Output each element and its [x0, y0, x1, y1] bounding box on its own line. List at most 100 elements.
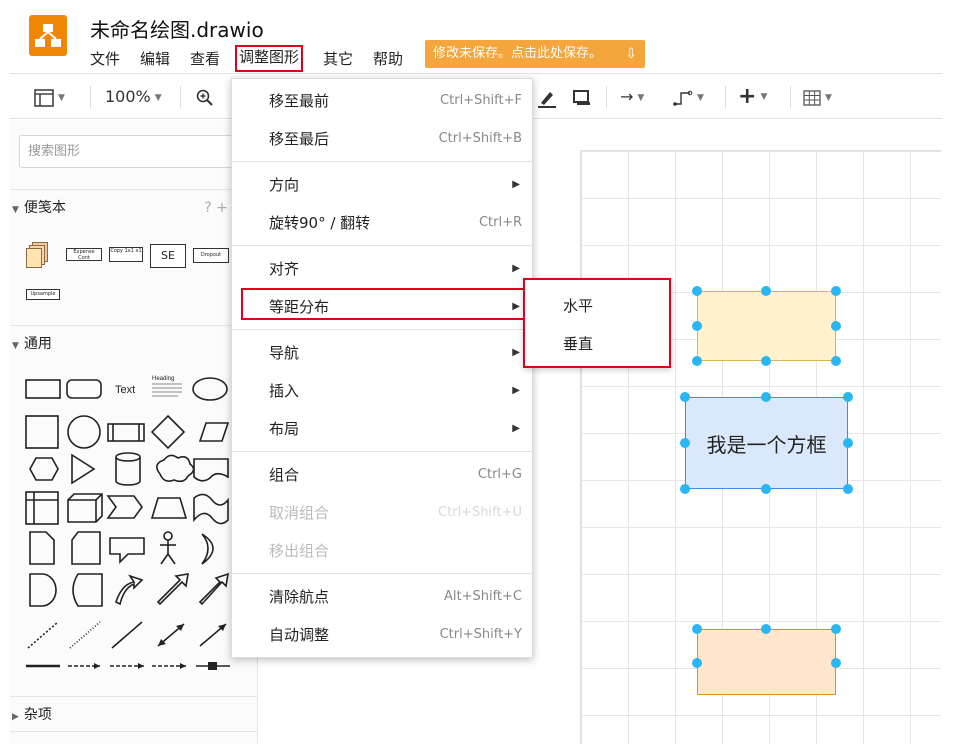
resize-handle[interactable]	[680, 438, 690, 448]
menu-file[interactable]: 文件	[90, 47, 120, 71]
zoom-select[interactable]: 100% ▼	[105, 74, 162, 120]
menu-autosize[interactable]: 自动调整 Ctrl+Shift+Y	[232, 616, 532, 654]
scratchpad-item[interactable]: Expense Cont	[66, 248, 102, 261]
scratchpad-item[interactable]: SE	[150, 244, 186, 268]
svg-text:Heading[interactable]: Heading	[152, 376, 174, 382]
resize-handle[interactable]	[831, 624, 841, 634]
section-general[interactable]: ▼ 通用	[10, 325, 258, 361]
submenu-arrow-icon: ▶	[512, 179, 520, 190]
section-misc[interactable]: ▶ 杂项	[10, 696, 258, 732]
box-label[interactable]: 我是一个方框	[707, 429, 827, 458]
general-shapes-grid[interactable]: Text Heading	[10, 370, 258, 680]
scratchpad-item[interactable]: Copy 1x1 x1	[109, 247, 143, 262]
resize-handle[interactable]	[761, 484, 771, 494]
line-color-icon[interactable]	[537, 74, 557, 120]
yellow-box-node[interactable]	[697, 291, 836, 361]
dashed-line-shape	[27, 621, 59, 649]
connection-arrow-select[interactable]: → ▼	[620, 74, 644, 120]
drawio-logo-icon	[35, 24, 61, 47]
menu-distribute-horizontal[interactable]: 水平	[525, 287, 668, 325]
blue-box-node[interactable]: 我是一个方框	[685, 397, 848, 489]
peach-box-node[interactable]	[697, 629, 836, 695]
menu-view[interactable]: 查看	[190, 47, 220, 71]
submenu-arrow-icon: ▶	[512, 347, 520, 358]
menu-navigation[interactable]: 导航 ▶	[232, 334, 532, 372]
menu-group[interactable]: 组合 Ctrl+G	[232, 456, 532, 494]
resize-handle[interactable]	[692, 624, 702, 634]
section-scratchpad[interactable]: ▼ 便笺本 ? + ✎	[10, 189, 258, 225]
resize-handle[interactable]	[831, 286, 841, 296]
curved-arrow-shape	[115, 574, 144, 606]
menu-extras[interactable]: 其它	[323, 47, 353, 71]
resize-handle[interactable]	[831, 658, 841, 668]
menu-insert[interactable]: 插入 ▶	[232, 372, 532, 410]
section-general-label: 通用	[23, 336, 52, 352]
resize-handle[interactable]	[761, 356, 771, 366]
menu-clear-waypoints[interactable]: 清除航点 Alt+Shift+C	[232, 578, 532, 616]
expand-right-icon: ▶	[12, 712, 19, 722]
table-icon	[803, 89, 821, 106]
zoom-value: 100%	[105, 87, 151, 106]
submenu-arrow-icon: ▶	[512, 263, 520, 274]
cylinder-shape	[115, 452, 141, 462]
expand-down-icon: ▼	[12, 341, 19, 351]
stored-data-shape	[72, 573, 103, 607]
bidirectional-arrow-shape	[156, 573, 189, 606]
heading-text-shape: Heading	[152, 376, 182, 397]
menu-to-front[interactable]: 移至最前 Ctrl+Shift+F	[232, 82, 532, 120]
triangle-shape	[71, 453, 96, 485]
resize-handle[interactable]	[692, 356, 702, 366]
menu-help[interactable]: 帮助	[373, 47, 403, 71]
menu-to-back[interactable]: 移至最后 Ctrl+Shift+B	[232, 120, 532, 158]
resize-handle[interactable]	[843, 484, 853, 494]
menu-direction[interactable]: 方向 ▶	[232, 166, 532, 204]
zoom-in-icon[interactable]	[196, 74, 214, 120]
resize-handle[interactable]	[761, 624, 771, 634]
menu-align[interactable]: 对齐 ▶	[232, 250, 532, 288]
unsaved-changes-notice[interactable]: 修改未保存。点击此处保存。 ⇩	[425, 40, 645, 68]
waypoint-icon	[673, 90, 693, 106]
menu-edit[interactable]: 编辑	[140, 47, 170, 71]
menu-layout[interactable]: 布局 ▶	[232, 410, 532, 448]
tape-shape	[193, 493, 229, 525]
text-shape[interactable]: Text	[115, 384, 135, 396]
resize-handle[interactable]	[843, 438, 853, 448]
table-select[interactable]: ▼	[803, 74, 832, 120]
step-shape	[106, 495, 143, 519]
internal-storage-shape	[25, 491, 59, 525]
shadow-icon[interactable]	[572, 74, 592, 120]
scratchpad-item[interactable]: Upsample	[26, 289, 60, 300]
resize-handle[interactable]	[831, 321, 841, 331]
search-shapes-input[interactable]: 搜索图形	[19, 135, 249, 168]
card-shape	[71, 531, 101, 565]
section-misc-label: 杂项	[23, 707, 52, 723]
resize-handle[interactable]	[680, 484, 690, 494]
download-icon: ⇩	[625, 46, 637, 62]
menu-arrange[interactable]: 调整图形	[235, 45, 304, 72]
stacked-pages-icon[interactable]	[26, 242, 48, 268]
parallelogram-shape	[198, 422, 230, 442]
resize-handle[interactable]	[843, 392, 853, 402]
resize-handle[interactable]	[692, 321, 702, 331]
panel-toggle-button[interactable]: ▼	[34, 74, 65, 120]
menu-remove-from-group: 移出组合	[269, 542, 330, 560]
resize-handle[interactable]	[692, 658, 702, 668]
resize-handle[interactable]	[761, 286, 771, 296]
menu-distribute-vertical[interactable]: 垂直	[525, 325, 668, 363]
resize-handle[interactable]	[761, 392, 771, 402]
resize-handle[interactable]	[692, 286, 702, 296]
scratchpad-item[interactable]: Dropout	[193, 248, 229, 263]
cube-shape	[67, 493, 103, 523]
resize-handle[interactable]	[680, 392, 690, 402]
document-title[interactable]: 未命名绘图.drawio	[90, 14, 264, 43]
or-shape	[201, 533, 214, 565]
save-notice-text: 修改未保存。点击此处保存。	[433, 46, 603, 61]
menu-rotate-flip[interactable]: 旋转90° / 翻转 Ctrl+R	[232, 204, 532, 242]
actor-shape	[160, 531, 176, 565]
insert-plus-icon[interactable]: + ▼	[738, 74, 767, 120]
arrow-shape	[198, 572, 230, 606]
resize-handle[interactable]	[831, 356, 841, 366]
circle-shape	[67, 415, 101, 449]
waypoints-select[interactable]: ▼	[673, 74, 704, 120]
rectangle-shape	[25, 379, 61, 399]
